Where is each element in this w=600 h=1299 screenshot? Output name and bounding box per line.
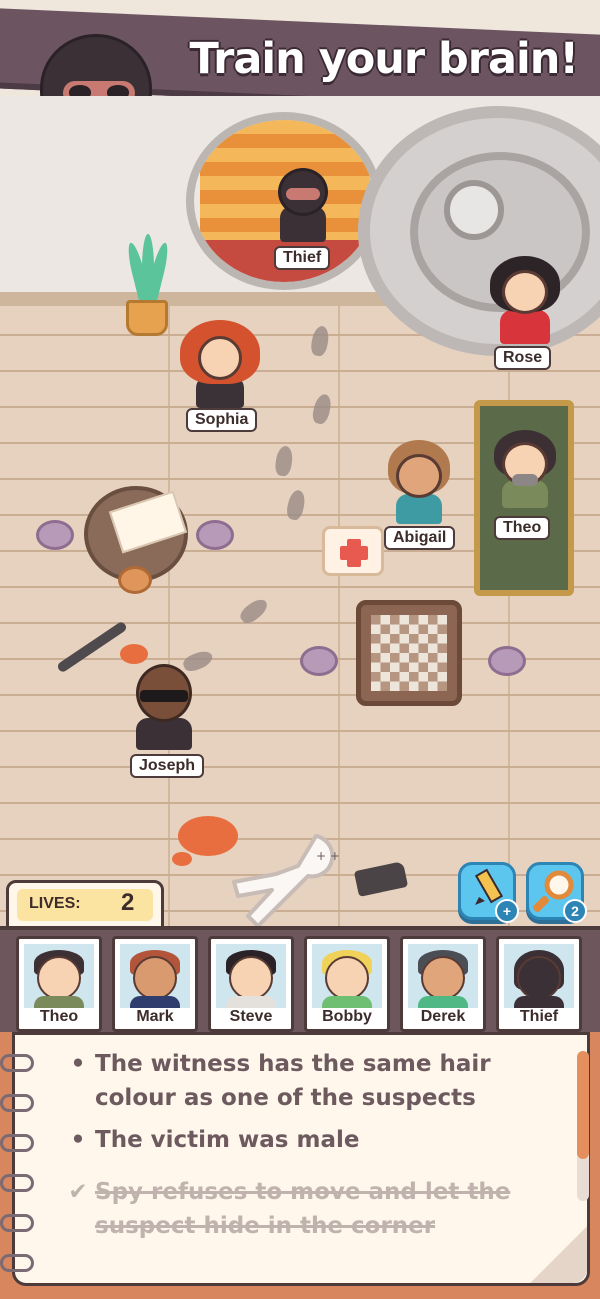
crime-scene: + + Thief Rose Sophia Abigail Theo Josep… xyxy=(0,96,600,936)
suspect-card-mark[interactable]: Mark xyxy=(112,936,198,1032)
banner-title: Train your brain! xyxy=(189,34,579,84)
suspect-card-theo[interactable]: Theo xyxy=(16,936,102,1032)
pencil-hint-button[interactable]: + xyxy=(458,862,519,923)
binder-ring-icon xyxy=(0,1054,34,1072)
suspect-name: Theo xyxy=(39,1008,79,1025)
character-sophia[interactable] xyxy=(180,320,260,410)
suspect-name: Bobby xyxy=(322,1008,372,1025)
suspect-name: Thief xyxy=(519,1008,559,1025)
clue-text: The witness has the same hair colour as … xyxy=(95,1051,491,1111)
blood-stain-icon xyxy=(120,644,148,664)
sunglasses-icon xyxy=(140,690,188,702)
clue-item: • The victim was male xyxy=(67,1123,537,1157)
potted-plant-icon xyxy=(124,234,172,336)
suspect-name: Steve xyxy=(229,1008,273,1025)
clue-item: • The witness has the same hair colour a… xyxy=(67,1047,537,1115)
suspect-card-bobby[interactable]: Bobby xyxy=(304,936,390,1032)
checkmark-icon: ✔ xyxy=(68,1179,88,1205)
clue-text: The victim was male xyxy=(95,1127,360,1153)
page-curl-icon[interactable] xyxy=(529,1227,587,1283)
binder-ring-icon xyxy=(0,1134,34,1152)
notebook-page: • The witness has the same hair colour a… xyxy=(12,1032,590,1286)
svg-text:+ +: + + xyxy=(316,849,340,863)
character-theo[interactable] xyxy=(490,430,560,510)
clue-scrollbar[interactable] xyxy=(577,1051,589,1201)
character-abigail[interactable] xyxy=(384,436,454,526)
add-badge-icon: + xyxy=(495,899,519,923)
binder-ring-icon xyxy=(0,1174,34,1192)
chess-table[interactable] xyxy=(356,600,462,706)
character-rose[interactable] xyxy=(490,256,560,346)
hint-count-badge: 2 xyxy=(563,899,587,923)
character-joseph[interactable] xyxy=(126,664,202,752)
name-tag-theo: Theo xyxy=(494,516,551,540)
stool xyxy=(488,646,526,676)
stool xyxy=(36,520,74,550)
suspect-name: Mark xyxy=(136,1008,174,1025)
lives-count: 2 xyxy=(121,889,135,916)
name-tag-joseph: Joseph xyxy=(130,754,205,778)
first-aid-kit-icon[interactable] xyxy=(322,526,384,576)
chess-board-icon xyxy=(371,615,447,691)
clue-text: Spy refuses to move and let the suspect … xyxy=(95,1179,511,1239)
lives-label: LIVES: xyxy=(29,895,81,912)
clue-notebook: • The witness has the same hair colour a… xyxy=(0,1032,600,1299)
name-tag-rose: Rose xyxy=(494,346,552,370)
stool xyxy=(196,520,234,550)
suspect-card-derek[interactable]: Derek xyxy=(400,936,486,1032)
name-tag-abigail: Abigail xyxy=(384,526,456,550)
binder-ring-icon xyxy=(0,1094,34,1112)
character-thief[interactable] xyxy=(270,166,334,246)
suspect-name: Derek xyxy=(420,1008,466,1025)
clue-item-completed: ✔ Spy refuses to move and let the suspec… xyxy=(67,1175,537,1243)
suspect-bar: Theo Mark Steve Bobby Derek Thief xyxy=(0,926,600,1036)
body-outline-icon: + + xyxy=(232,834,340,928)
binder-ring-icon xyxy=(0,1254,34,1272)
suspect-card-thief[interactable]: Thief xyxy=(496,936,582,1032)
name-tag-thief: Thief xyxy=(274,246,331,270)
suspect-card-steve[interactable]: Steve xyxy=(208,936,294,1032)
lives-panel: LIVES: 2 xyxy=(6,880,164,930)
stool xyxy=(300,646,338,676)
scroll-thumb[interactable] xyxy=(577,1051,589,1159)
name-tag-sophia: Sophia xyxy=(186,408,258,432)
magnifier-hint-button[interactable]: 2 xyxy=(526,862,587,923)
binder-ring-icon xyxy=(0,1214,34,1232)
